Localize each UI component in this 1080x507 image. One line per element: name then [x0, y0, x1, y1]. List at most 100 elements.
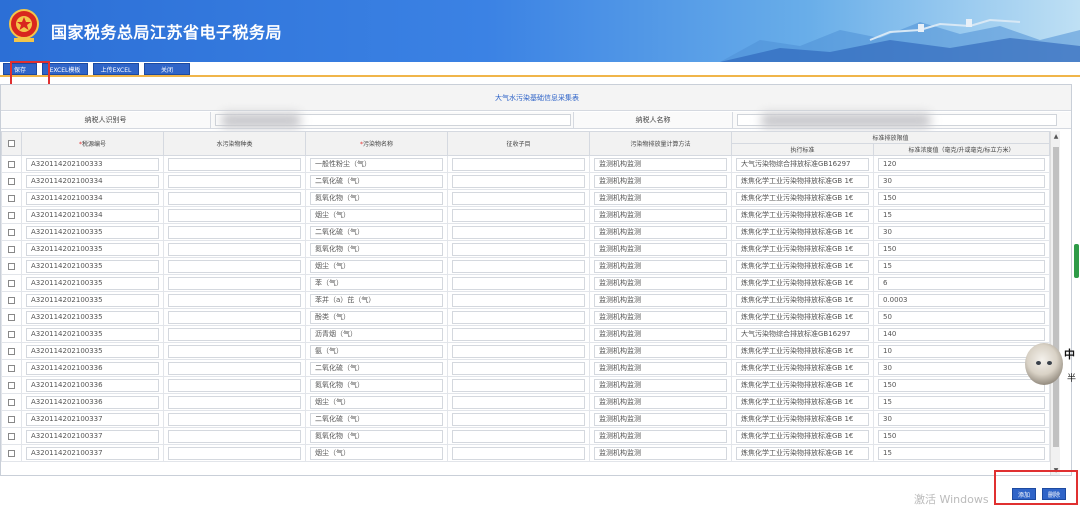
concentration-field[interactable]: 15	[878, 208, 1046, 222]
row-checkbox[interactable]	[8, 262, 15, 270]
concentration-field[interactable]: 140	[878, 327, 1046, 341]
pollutant-name-field[interactable]: 氮氧化物（气）	[310, 191, 443, 205]
row-checkbox[interactable]	[8, 432, 15, 440]
row-checkbox[interactable]	[8, 177, 15, 185]
tax-source-no-field[interactable]: A320114202100336	[26, 378, 159, 392]
tax-sub-item-field[interactable]	[452, 446, 585, 460]
row-checkbox[interactable]	[8, 245, 15, 253]
pollutant-name-field[interactable]: 二氧化硫（气）	[310, 174, 443, 188]
tax-source-no-field[interactable]: A320114202100334	[26, 191, 159, 205]
tax-source-no-field[interactable]: A320114202100336	[26, 361, 159, 375]
exec-standard-field[interactable]: 炼焦化学工业污染物排放标准GB 1€	[736, 259, 869, 273]
concentration-field[interactable]: 0.0003	[878, 293, 1046, 307]
concentration-field[interactable]: 30	[878, 225, 1046, 239]
tax-source-no-field[interactable]: A320114202100336	[26, 395, 159, 409]
exec-standard-field[interactable]: 炼焦化学工业污染物排放标准GB 1€	[736, 242, 869, 256]
row-checkbox[interactable]	[8, 194, 15, 202]
exec-standard-field[interactable]: 炼焦化学工业污染物排放标准GB 1€	[736, 191, 869, 205]
tax-sub-item-field[interactable]	[452, 412, 585, 426]
table-row[interactable]: A320114202100334 氮氧化物（气） 监测机构监测 炼焦化学工业污染物排放…	[1, 189, 1051, 207]
table-row[interactable]: A320114202100334 烟尘（气） 监测机构监测 炼焦化学工业污染物排放标准…	[1, 206, 1051, 224]
concentration-field[interactable]: 6	[878, 276, 1046, 290]
pollutant-name-field[interactable]: 烟尘（气）	[310, 395, 443, 409]
concentration-field[interactable]: 120	[878, 157, 1046, 171]
tax-source-no-field[interactable]: A320114202100335	[26, 276, 159, 290]
calc-method-field[interactable]: 监测机构监测	[594, 429, 727, 443]
pollutant-name-field[interactable]: 苯（气）	[310, 276, 443, 290]
calc-method-field[interactable]: 监测机构监测	[594, 293, 727, 307]
concentration-field[interactable]: 30	[878, 361, 1046, 375]
table-vertical-scrollbar[interactable]: ▲ ▼	[1050, 131, 1060, 475]
ime-width-toggle[interactable]: 半	[1067, 371, 1076, 384]
table-row[interactable]: A320114202100335 氮氧化物（气） 监测机构监测 炼焦化学工业污染物排放…	[1, 240, 1051, 258]
exec-standard-field[interactable]: 炼焦化学工业污染物排放标准GB 1€	[736, 293, 869, 307]
pollutant-name-field[interactable]: 烟尘（气）	[310, 208, 443, 222]
calc-method-field[interactable]: 监测机构监测	[594, 259, 727, 273]
calc-method-field[interactable]: 监测机构监测	[594, 412, 727, 426]
water-type-field[interactable]	[168, 174, 301, 188]
exec-standard-field[interactable]: 炼焦化学工业污染物排放标准GB 1€	[736, 395, 869, 409]
tax-sub-item-field[interactable]	[452, 259, 585, 273]
tax-source-no-field[interactable]: A320114202100335	[26, 344, 159, 358]
table-row[interactable]: A320114202100335 苯并（a）芘（气） 监测机构监测 炼焦化学工业污染物…	[1, 291, 1051, 309]
tax-sub-item-field[interactable]	[452, 378, 585, 392]
pollutant-name-field[interactable]: 苯并（a）芘（气）	[310, 293, 443, 307]
calc-method-field[interactable]: 监测机构监测	[594, 191, 727, 205]
ime-widget[interactable]: 中 半	[1025, 341, 1080, 388]
calc-method-field[interactable]: 监测机构监测	[594, 446, 727, 460]
table-row[interactable]: A320114202100335 烟尘（气） 监测机构监测 炼焦化学工业污染物排放标准…	[1, 257, 1051, 275]
row-checkbox[interactable]	[8, 347, 15, 355]
exec-standard-field[interactable]: 大气污染物综合排放标准GB16297	[736, 327, 869, 341]
calc-method-field[interactable]: 监测机构监测	[594, 242, 727, 256]
tax-sub-item-field[interactable]	[452, 225, 585, 239]
row-checkbox[interactable]	[8, 211, 15, 219]
page-scroll-indicator[interactable]	[1074, 244, 1079, 278]
concentration-field[interactable]: 30	[878, 412, 1046, 426]
tax-source-no-field[interactable]: A320114202100334	[26, 174, 159, 188]
row-checkbox[interactable]	[8, 313, 15, 321]
tax-sub-item-field[interactable]	[452, 361, 585, 375]
water-type-field[interactable]	[168, 327, 301, 341]
tax-source-no-field[interactable]: A320114202100335	[26, 225, 159, 239]
tax-source-no-field[interactable]: A320114202100337	[26, 412, 159, 426]
water-type-field[interactable]	[168, 293, 301, 307]
calc-method-field[interactable]: 监测机构监测	[594, 344, 727, 358]
table-row[interactable]: A320114202100334 二氧化硫（气） 监测机构监测 炼焦化学工业污染物排放…	[1, 172, 1051, 190]
water-type-field[interactable]	[168, 259, 301, 273]
select-all-checkbox[interactable]	[8, 140, 15, 147]
concentration-field[interactable]: 15	[878, 395, 1046, 409]
table-row[interactable]: A320114202100335 沥青烟（气） 监测机构监测 大气污染物综合排放标准G…	[1, 325, 1051, 343]
tax-sub-item-field[interactable]	[452, 310, 585, 324]
row-checkbox[interactable]	[8, 415, 15, 423]
water-type-field[interactable]	[168, 191, 301, 205]
calc-method-field[interactable]: 监测机构监测	[594, 208, 727, 222]
exec-standard-field[interactable]: 炼焦化学工业污染物排放标准GB 1€	[736, 225, 869, 239]
tax-sub-item-field[interactable]	[452, 344, 585, 358]
pollutant-name-field[interactable]: 二氧化硫（气）	[310, 412, 443, 426]
table-row[interactable]: A320114202100335 氨（气） 监测机构监测 炼焦化学工业污染物排放标准G…	[1, 342, 1051, 360]
calc-method-field[interactable]: 监测机构监测	[594, 310, 727, 324]
pollutant-name-field[interactable]: 烟尘（气）	[310, 259, 443, 273]
exec-standard-field[interactable]: 炼焦化学工业污染物排放标准GB 1€	[736, 378, 869, 392]
exec-standard-field[interactable]: 炼焦化学工业污染物排放标准GB 1€	[736, 344, 869, 358]
concentration-field[interactable]: 150	[878, 429, 1046, 443]
concentration-field[interactable]: 50	[878, 310, 1046, 324]
water-type-field[interactable]	[168, 225, 301, 239]
exec-standard-field[interactable]: 大气污染物综合排放标准GB16297	[736, 157, 869, 171]
row-checkbox[interactable]	[8, 160, 15, 168]
row-checkbox[interactable]	[8, 381, 15, 389]
concentration-field[interactable]: 150	[878, 378, 1046, 392]
scroll-up-icon[interactable]: ▲	[1052, 133, 1060, 141]
calc-method-field[interactable]: 监测机构监测	[594, 276, 727, 290]
tax-sub-item-field[interactable]	[452, 157, 585, 171]
close-button[interactable]: 关闭	[144, 63, 190, 75]
pollutant-name-field[interactable]: 氮氧化物（气）	[310, 429, 443, 443]
tax-sub-item-field[interactable]	[452, 174, 585, 188]
table-row[interactable]: A320114202100335 酚类（气） 监测机构监测 炼焦化学工业污染物排放标准…	[1, 308, 1051, 326]
exec-standard-field[interactable]: 炼焦化学工业污染物排放标准GB 1€	[736, 412, 869, 426]
exec-standard-field[interactable]: 炼焦化学工业污染物排放标准GB 1€	[736, 446, 869, 460]
water-type-field[interactable]	[168, 446, 301, 460]
tax-sub-item-field[interactable]	[452, 242, 585, 256]
water-type-field[interactable]	[168, 242, 301, 256]
exec-standard-field[interactable]: 炼焦化学工业污染物排放标准GB 1€	[736, 276, 869, 290]
